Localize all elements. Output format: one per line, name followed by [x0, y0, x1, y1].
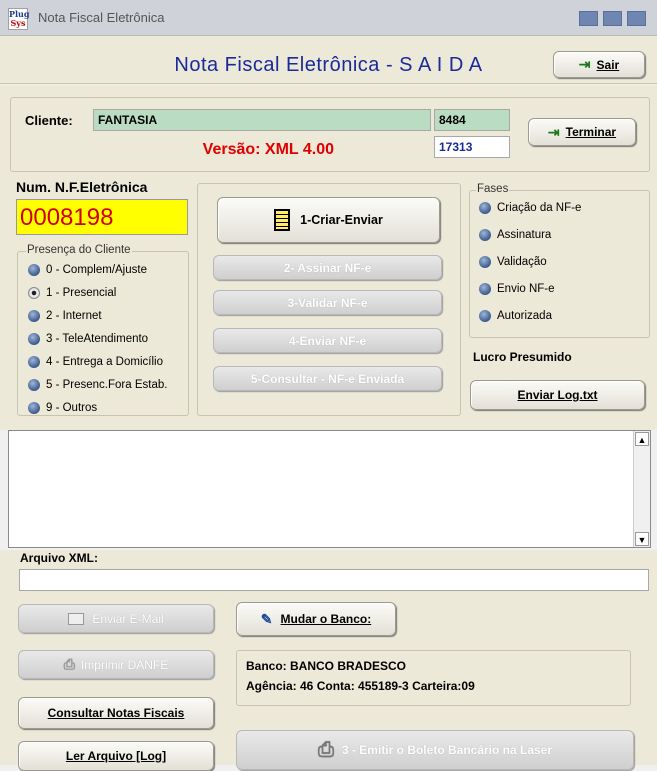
- option-label: 3 - TeleAtendimento: [46, 332, 149, 345]
- title-bar: Plug Sys Nota Fiscal Eletrônica: [0, 0, 657, 36]
- nf-number-field[interactable]: 0008198: [16, 199, 188, 235]
- ler-arquivo-label: Ler Arquivo [Log]: [65, 749, 167, 763]
- option-label: 5 - Presenc.Fora Estab.: [46, 378, 168, 391]
- exit-icon: ⇥: [547, 123, 560, 140]
- fase-label: Criação da NF-e: [497, 201, 582, 214]
- fase-label: Assinatura: [497, 228, 552, 241]
- arquivo-xml-field[interactable]: [19, 569, 649, 591]
- validar-button[interactable]: 3-Validar NF-e: [213, 290, 442, 315]
- logo-bottom-text: Sys: [10, 18, 26, 28]
- email-label: Enviar E-Mail: [92, 611, 164, 626]
- presenca-option-1[interactable]: 1 - Presencial: [28, 281, 188, 304]
- nf-label: Num. N.F.Eletrônica: [16, 179, 148, 195]
- fase-assinatura: Assinatura: [479, 221, 644, 248]
- lucro-label: Lucro Presumido: [473, 350, 572, 364]
- sair-label: Sair: [596, 57, 620, 72]
- option-label: 1 - Presencial: [46, 286, 117, 299]
- assinar-button[interactable]: 2- Assinar NF-e: [213, 255, 442, 280]
- option-label: 0 - Complem/Ajuste: [46, 263, 147, 276]
- log-scrollbar[interactable]: ▲ ▼: [633, 431, 650, 547]
- printer-icon: ⎙: [317, 738, 334, 761]
- enviar-log-button[interactable]: Enviar Log.txt: [470, 380, 645, 410]
- cliente-name-field[interactable]: FANTASIA: [93, 109, 431, 131]
- radio-icon: [28, 355, 40, 368]
- fases-list: Criação da NF-e Assinatura Validação Env…: [479, 194, 644, 329]
- radio-selected-icon: [28, 286, 40, 299]
- app-logo: Plug Sys: [8, 8, 29, 30]
- imprimir-danfe-button[interactable]: ⎙ Imprimir DANFE: [18, 650, 214, 679]
- fase-label: Envio NF-e: [497, 282, 555, 295]
- criar-label: 1-Criar-Enviar: [300, 213, 383, 227]
- fase-envio: Envio NF-e: [479, 275, 644, 302]
- banco-line1: Banco: BANCO BRADESCO: [246, 659, 407, 673]
- arquivo-label: Arquivo XML:: [20, 551, 98, 565]
- presenca-option-5[interactable]: 5 - Presenc.Fora Estab.: [28, 373, 188, 396]
- criar-enviar-button[interactable]: 1-Criar-Enviar: [217, 197, 440, 243]
- sair-button[interactable]: ⇥ Sair: [553, 51, 645, 78]
- boleto-label: 3 - Emitir o Boleto Bancário na Laser: [341, 743, 553, 757]
- close-button[interactable]: [627, 11, 646, 26]
- fase-label: Autorizada: [497, 309, 552, 322]
- radio-icon: [28, 309, 40, 322]
- fase-autorizada: Autorizada: [479, 302, 644, 329]
- log-textarea[interactable]: ▲ ▼: [8, 430, 651, 548]
- edit-icon: ✎: [260, 610, 273, 627]
- mudar-banco-label: Mudar o Banco:: [280, 612, 372, 626]
- enviar-nfe-button[interactable]: 4-Enviar NF-e: [213, 328, 442, 353]
- minimize-button[interactable]: [579, 11, 598, 26]
- banco-line2: Agência: 46 Conta: 455189-3 Carteira:09: [246, 679, 475, 693]
- scroll-down-icon[interactable]: ▼: [635, 532, 649, 546]
- option-label: 4 - Entrega a Domicílio: [46, 355, 163, 368]
- consultar-notas-button[interactable]: Consultar Notas Fiscais: [18, 697, 214, 729]
- radio-icon: [28, 378, 40, 391]
- option-label: 2 - Internet: [46, 309, 102, 322]
- number2-field[interactable]: 17313: [434, 136, 510, 158]
- radio-icon: [28, 401, 40, 414]
- envelope-icon: [68, 612, 85, 625]
- presenca-option-4[interactable]: 4 - Entrega a Domicílio: [28, 350, 188, 373]
- radio-icon: [28, 263, 40, 276]
- printer-icon: ⎙: [63, 656, 75, 672]
- presenca-option-0[interactable]: 0 - Complem/Ajuste: [28, 258, 188, 281]
- consultar-notas-label: Consultar Notas Fiscais: [47, 706, 185, 720]
- document-icon: [274, 209, 291, 231]
- status-led-icon: [479, 282, 491, 295]
- terminar-label: Terminar: [565, 125, 617, 139]
- presenca-option-9[interactable]: 9 - Outros: [28, 396, 188, 419]
- status-led-icon: [479, 201, 491, 214]
- emitir-boleto-button[interactable]: ⎙ 3 - Emitir o Boleto Bancário na Laser: [236, 730, 634, 770]
- enviar-email-button[interactable]: Enviar E-Mail: [18, 604, 214, 633]
- maximize-button[interactable]: [603, 11, 622, 26]
- fase-label: Validação: [497, 255, 547, 268]
- terminar-button[interactable]: ⇥ Terminar: [528, 118, 636, 146]
- status-led-icon: [479, 309, 491, 322]
- radio-icon: [28, 332, 40, 345]
- mudar-banco-button[interactable]: ✎ Mudar o Banco:: [236, 602, 396, 636]
- consultar-nfe-button[interactable]: 5-Consultar - NF-e Enviada: [213, 366, 442, 391]
- presenca-option-2[interactable]: 2 - Internet: [28, 304, 188, 327]
- imprimir-label: Imprimir DANFE: [80, 657, 169, 672]
- presenca-option-3[interactable]: 3 - TeleAtendimento: [28, 327, 188, 350]
- status-led-icon: [479, 228, 491, 241]
- window-title: Nota Fiscal Eletrônica: [38, 10, 165, 25]
- presenca-legend: Presença do Cliente: [26, 244, 132, 256]
- presenca-options: 0 - Complem/Ajuste 1 - Presencial 2 - In…: [28, 258, 188, 419]
- scroll-up-icon[interactable]: ▲: [635, 432, 649, 446]
- status-led-icon: [479, 255, 491, 268]
- exit-icon: ⇥: [578, 56, 591, 72]
- cliente-label: Cliente:: [25, 113, 73, 128]
- option-label: 9 - Outros: [46, 401, 98, 414]
- enviar-log-label: Enviar Log.txt: [517, 388, 598, 402]
- fase-validacao: Validação: [479, 248, 644, 275]
- ler-arquivo-button[interactable]: Ler Arquivo [Log]: [18, 741, 214, 771]
- cliente-code-field[interactable]: 8484: [434, 109, 510, 131]
- fase-criacao: Criação da NF-e: [479, 194, 644, 221]
